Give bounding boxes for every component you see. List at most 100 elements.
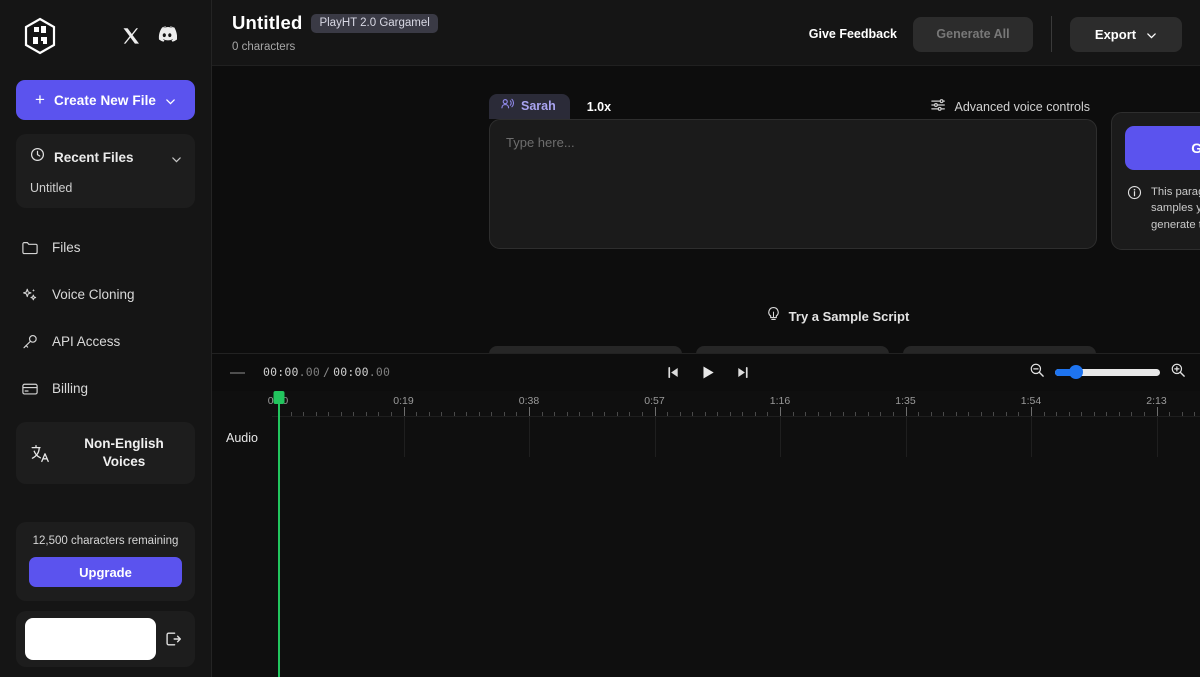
give-feedback-link[interactable]: Give Feedback (809, 27, 897, 41)
current-time-ms: .00 (298, 365, 320, 379)
x-twitter-icon[interactable] (121, 26, 141, 46)
ruler-label: 1:35 (895, 394, 916, 407)
export-button[interactable]: Export (1070, 16, 1182, 52)
timeline-gridline (1156, 416, 1158, 457)
social-links (121, 26, 178, 46)
ruler-tick-minor (541, 411, 543, 416)
timeline-gridline (403, 416, 405, 457)
sidebar-item-label: Voice Cloning (52, 287, 135, 302)
recent-files-header[interactable]: Recent Files (16, 145, 195, 167)
ruler-tick-minor (566, 411, 568, 416)
translate-icon (30, 443, 51, 464)
timeline-gridline (529, 416, 530, 457)
playback-controls (666, 364, 751, 381)
page-title[interactable]: Untitled (232, 12, 302, 34)
sidebar-item-api-access[interactable]: API Access (10, 318, 201, 365)
playhead-handle[interactable] (273, 390, 285, 404)
zoom-slider[interactable] (1055, 365, 1160, 379)
logout-icon[interactable] (162, 628, 184, 650)
sidebar-header (0, 0, 211, 66)
ruler-tick-minor (491, 411, 493, 416)
sidebar-item-files[interactable]: Files (10, 224, 201, 271)
sidebar-item-label: API Access (52, 334, 121, 349)
chevron-down-icon (171, 152, 182, 163)
sidebar-item-non-english-voices[interactable]: Non-English Voices (16, 422, 195, 484)
sample-scripts-title: Try a Sample Script (788, 308, 910, 324)
ruler-tick-minor (616, 411, 618, 416)
timeline[interactable]: 0:000:190:380:571:161:351:542:13 Audio (212, 390, 1200, 677)
ruler-tick-minor (880, 411, 882, 416)
ruler-tick-minor (629, 411, 631, 416)
user-profile-placeholder[interactable] (25, 618, 156, 660)
ruler-tick-minor (1081, 411, 1083, 416)
ruler-tick-minor (792, 411, 794, 416)
ruler-tick-major (654, 406, 656, 416)
ruler-tick-minor (968, 411, 970, 416)
sample-script-button[interactable]: Customer Support (489, 346, 682, 353)
ruler-tick-minor (390, 411, 392, 416)
create-new-file-label: Create New File (53, 92, 157, 108)
voice-selector-tab[interactable]: Sarah (489, 94, 570, 119)
sidebar-item-voice-cloning[interactable]: Voice Cloning (10, 271, 201, 318)
upgrade-button[interactable]: Upgrade (29, 557, 182, 587)
ruler-tick-minor (365, 411, 367, 416)
ruler-tick-minor (704, 411, 706, 416)
transport-bar: — 00:00.00/00:00.00 (212, 352, 1200, 391)
zoom-out-icon[interactable] (1029, 362, 1045, 383)
speed-control[interactable]: 1.0x (587, 100, 611, 114)
playht-cube-logo[interactable] (20, 16, 60, 56)
total-time-ms: .00 (368, 365, 391, 379)
skip-forward-icon[interactable] (736, 365, 751, 380)
ruler-tick-major (780, 406, 781, 416)
ruler-tick-minor (591, 411, 593, 416)
ruler-tick-minor (754, 411, 756, 416)
timeline-ruler[interactable]: 0:000:190:380:571:161:351:542:13 (268, 391, 1200, 417)
skip-back-icon[interactable] (666, 365, 681, 380)
zoom-in-icon[interactable] (1170, 362, 1186, 383)
ruler-tick-minor (503, 411, 505, 416)
ruler-tick-minor (817, 411, 819, 416)
advanced-voice-controls-label: Advanced voice controls (954, 99, 1091, 114)
minus-icon[interactable]: — (230, 364, 245, 381)
sample-script-button[interactable]: Podcast (903, 346, 1096, 353)
ruler-tick-minor (980, 411, 982, 416)
ruler-tick-minor (692, 411, 694, 416)
ruler-tick-minor (1143, 411, 1145, 416)
ruler-tick-minor (1169, 411, 1171, 416)
ruler-tick-minor (353, 411, 355, 416)
ruler-tick-major (1156, 406, 1158, 416)
upgrade-button-label: Upgrade (79, 564, 132, 580)
sidebar-nav: Files Voice Cloning API Access Billing (0, 224, 211, 412)
zoom-slider-thumb[interactable] (1069, 365, 1083, 379)
ruler-tick-minor (892, 411, 894, 416)
play-icon[interactable] (700, 364, 717, 381)
ruler-tick-minor (679, 411, 681, 416)
sidebar-item-label: Files (52, 240, 81, 255)
discord-icon[interactable] (157, 26, 178, 46)
voice-model-badge[interactable]: PlayHT 2.0 Gargamel (311, 13, 438, 33)
ruler-tick-minor (729, 411, 731, 416)
sidebar-item-billing[interactable]: Billing (10, 365, 201, 412)
timeline-playhead[interactable] (273, 390, 285, 677)
workspace: Sarah 1.0x Advanced voice controls Type … (212, 66, 1200, 353)
editor-row: Sarah 1.0x Advanced voice controls Type … (212, 66, 1200, 251)
voice-speaker-icon (500, 97, 514, 116)
timecode-separator: / (323, 365, 331, 379)
recent-file-item[interactable]: Untitled (16, 167, 195, 195)
generate-all-button[interactable]: Generate All (913, 16, 1033, 52)
ruler-tick-minor (993, 411, 995, 416)
recent-files-card: Recent Files Untitled (16, 134, 195, 208)
generate-panel: Generate Speech This paragraph does not … (1111, 112, 1200, 251)
ruler-tick-minor (478, 411, 480, 416)
sample-script-button[interactable]: Children's Story (696, 346, 889, 353)
lightbulb-icon (766, 306, 781, 326)
generate-speech-button[interactable]: Generate Speech (1125, 126, 1200, 170)
ruler-tick-minor (1056, 411, 1058, 416)
upgrade-card: 12,500 characters remaining Upgrade (16, 522, 195, 601)
ruler-tick-minor (1005, 411, 1007, 416)
advanced-voice-controls-button[interactable]: Advanced voice controls (930, 97, 1098, 116)
ruler-tick-minor (830, 411, 832, 416)
create-new-file-button[interactable]: + Create New File (16, 80, 195, 120)
script-textarea[interactable]: Type here... (489, 119, 1097, 249)
textarea-placeholder: Type here... (506, 135, 575, 150)
